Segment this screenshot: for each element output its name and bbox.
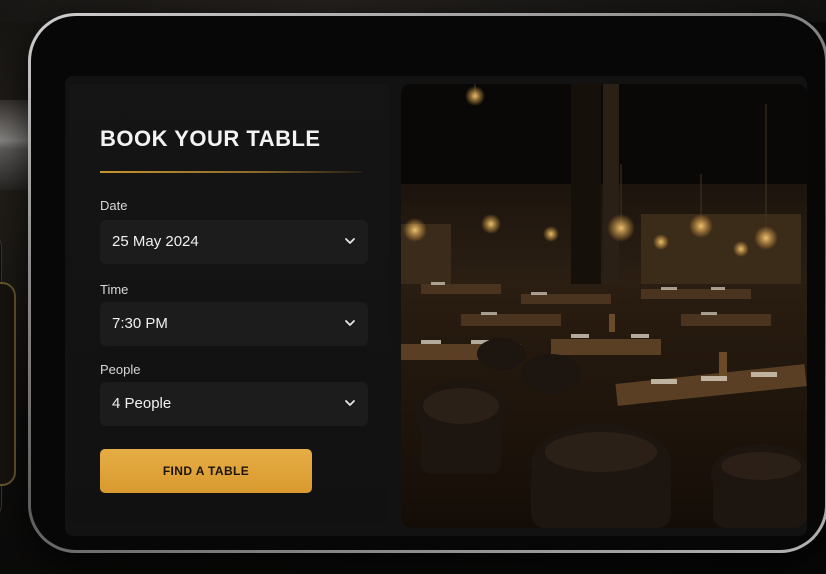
people-label: People xyxy=(100,362,141,377)
page-title: BOOK YOUR TABLE xyxy=(100,126,321,151)
chevron-down-icon xyxy=(345,400,355,406)
booking-form-panel: BOOK YOUR TABLE Date 25 May 2024 Time 7:… xyxy=(69,84,389,524)
time-label: Time xyxy=(100,282,129,297)
chevron-down-icon xyxy=(345,238,355,244)
restaurant-interior-image xyxy=(401,84,807,528)
tablet-bezel: BOOK YOUR TABLE Date 25 May 2024 Time 7:… xyxy=(31,16,825,550)
chevron-down-icon xyxy=(345,320,355,326)
find-a-table-button[interactable]: FIND A TABLE xyxy=(100,449,312,493)
people-value: 4 People xyxy=(112,395,172,412)
date-select[interactable]: 25 May 2024 xyxy=(100,220,368,264)
tablet-device: BOOK YOUR TABLE Date 25 May 2024 Time 7:… xyxy=(28,13,826,553)
people-select[interactable]: 4 People xyxy=(100,382,368,426)
time-value: 7:30 PM xyxy=(112,315,168,332)
date-value: 25 May 2024 xyxy=(112,233,199,250)
restaurant-photo xyxy=(401,84,807,528)
scene: BOOK YOUR TABLE Date 25 May 2024 Time 7:… xyxy=(0,0,826,574)
tablet-screen: BOOK YOUR TABLE Date 25 May 2024 Time 7:… xyxy=(65,76,807,536)
title-divider xyxy=(100,171,362,173)
background-card xyxy=(0,282,16,486)
time-select[interactable]: 7:30 PM xyxy=(100,302,368,346)
date-label: Date xyxy=(100,198,128,213)
